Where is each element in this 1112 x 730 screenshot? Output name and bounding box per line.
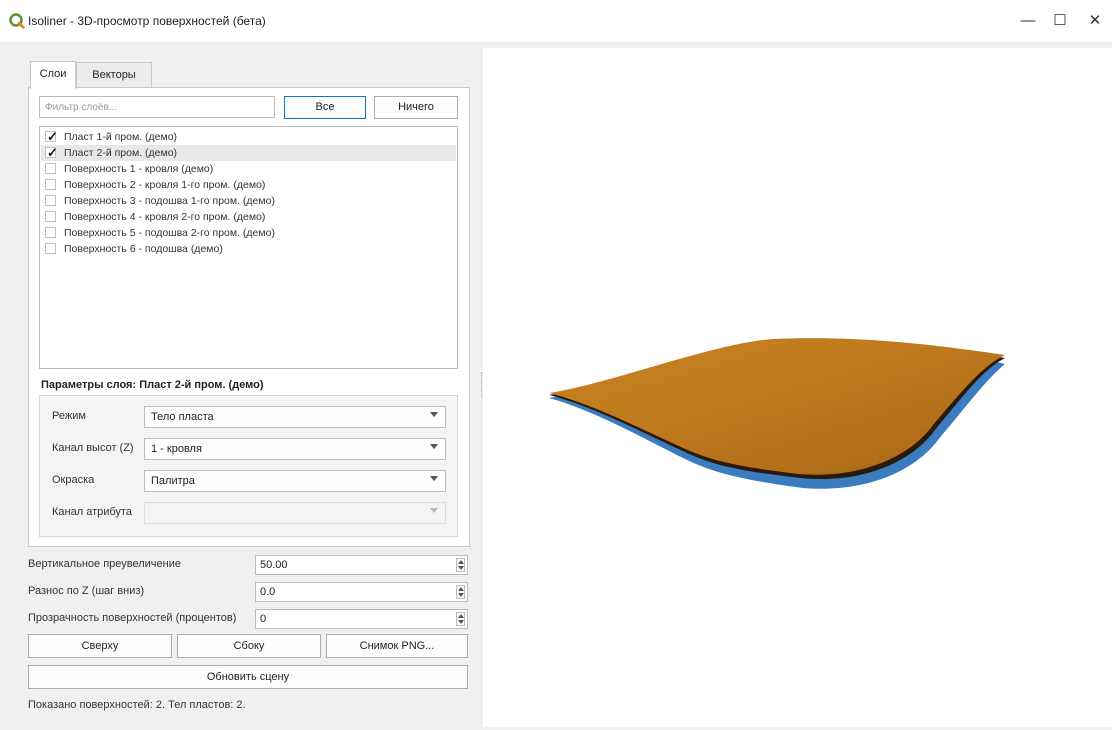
layer-checkbox[interactable] xyxy=(45,227,56,238)
spin-arrows-icon[interactable] xyxy=(456,585,465,599)
layer-item[interactable]: Поверхность 4 - кровля 2-го пром. (демо) xyxy=(41,209,456,225)
3d-surface-render xyxy=(549,338,1005,489)
close-button[interactable]: ✕ xyxy=(1084,10,1106,32)
layer-checkbox[interactable] xyxy=(45,195,56,206)
layer-label: Поверхность 3 - подошва 1-го пром. (демо… xyxy=(64,195,275,207)
minimize-button[interactable]: — xyxy=(1017,10,1039,32)
status-text: Показано поверхностей: 2. Тел пластов: 2… xyxy=(28,699,246,711)
coloring-label: Окраска xyxy=(52,474,95,486)
layers-tab-panel: Все Ничего ✓ Пласт 1-й пром. (демо) ✓ Пл… xyxy=(28,87,470,547)
layer-item[interactable]: Поверхность 6 - подошва (демо) xyxy=(41,241,456,257)
layer-label: Поверхность 4 - кровля 2-го пром. (демо) xyxy=(64,211,266,223)
window-title: Isoliner - 3D-просмотр поверхностей (бет… xyxy=(28,14,266,28)
layer-label: Поверхность 5 - подошва 2-го пром. (демо… xyxy=(64,227,275,239)
select-none-button[interactable]: Ничего xyxy=(374,96,458,119)
attr-channel-label: Канал атрибута xyxy=(52,506,132,518)
layer-checkbox[interactable] xyxy=(45,163,56,174)
view-top-button[interactable]: Сверху xyxy=(28,634,172,658)
chevron-down-icon xyxy=(430,444,438,449)
transparency-spinbox[interactable]: 0 xyxy=(255,609,468,629)
surface-layer-upper xyxy=(549,338,1005,475)
layer-label: Пласт 2-й пром. (демо) xyxy=(64,147,178,159)
refresh-scene-button[interactable]: Обновить сцену xyxy=(28,665,468,689)
layer-checkbox[interactable]: ✓ xyxy=(45,129,58,144)
layer-checkbox[interactable] xyxy=(45,179,56,190)
layer-list[interactable]: ✓ Пласт 1-й пром. (демо) ✓ Пласт 2-й про… xyxy=(39,126,458,369)
layer-filter-input[interactable] xyxy=(39,96,275,118)
snapshot-png-button[interactable]: Снимок PNG... xyxy=(326,634,468,658)
checkmark-icon: ✓ xyxy=(47,145,58,160)
layer-item[interactable]: Поверхность 3 - подошва 1-го пром. (демо… xyxy=(41,193,456,209)
z-channel-label: Канал высот (Z) xyxy=(52,442,134,454)
chevron-down-icon xyxy=(430,508,438,513)
view-side-button[interactable]: Сбоку xyxy=(177,634,321,658)
layer-checkbox[interactable] xyxy=(45,211,56,222)
layer-label: Поверхность 1 - кровля (демо) xyxy=(64,163,214,175)
maximize-button[interactable]: ☐ xyxy=(1049,10,1071,32)
coloring-select[interactable]: Палитра xyxy=(144,470,446,492)
layer-label: Поверхность 2 - кровля 1-го пром. (демо) xyxy=(64,179,266,191)
layer-item[interactable]: ✓ Пласт 1-й пром. (демо) xyxy=(41,129,456,145)
layer-item[interactable]: Поверхность 1 - кровля (демо) xyxy=(41,161,456,177)
chevron-down-icon xyxy=(430,412,438,417)
layer-item[interactable]: Поверхность 2 - кровля 1-го пром. (демо) xyxy=(41,177,456,193)
title-bar: Isoliner - 3D-просмотр поверхностей (бет… xyxy=(0,0,1112,42)
z-offset-spinbox[interactable]: 0.0 xyxy=(255,582,468,602)
layer-checkbox[interactable]: ✓ xyxy=(45,145,58,160)
vert-exag-label: Вертикальное преувеличение xyxy=(28,558,181,570)
layer-item[interactable]: ✓ Пласт 2-й пром. (демо) xyxy=(41,145,456,161)
chevron-down-icon xyxy=(430,476,438,481)
vert-exag-spinbox[interactable]: 50.00 xyxy=(255,555,468,575)
tab-vectors[interactable]: Векторы xyxy=(76,62,152,88)
app-logo-icon xyxy=(9,13,25,29)
layer-params-title: Параметры слоя: Пласт 2-й пром. (демо) xyxy=(41,379,264,391)
attr-channel-select[interactable] xyxy=(144,502,446,524)
mode-select[interactable]: Тело пласта xyxy=(144,406,446,428)
checkmark-icon: ✓ xyxy=(47,129,58,144)
z-offset-label: Разнос по Z (шаг вниз) xyxy=(28,585,145,597)
mode-label: Режим xyxy=(52,410,86,422)
layer-item[interactable]: Поверхность 5 - подошва 2-го пром. (демо… xyxy=(41,225,456,241)
transparency-label: Прозрачность поверхностей (процентов) xyxy=(28,612,237,624)
layer-label: Пласт 1-й пром. (демо) xyxy=(64,131,178,143)
tab-layers[interactable]: Слои xyxy=(30,61,76,89)
spin-arrows-icon[interactable] xyxy=(456,558,465,572)
z-channel-select[interactable]: 1 - кровля xyxy=(144,438,446,460)
spin-arrows-icon[interactable] xyxy=(456,612,465,626)
3d-viewport[interactable] xyxy=(483,48,1112,727)
layer-label: Поверхность 6 - подошва (демо) xyxy=(64,243,223,255)
select-all-button[interactable]: Все xyxy=(284,96,366,119)
layer-checkbox[interactable] xyxy=(45,243,56,254)
layer-params-group: Режим Тело пласта Канал высот (Z) 1 - кр… xyxy=(39,395,458,537)
